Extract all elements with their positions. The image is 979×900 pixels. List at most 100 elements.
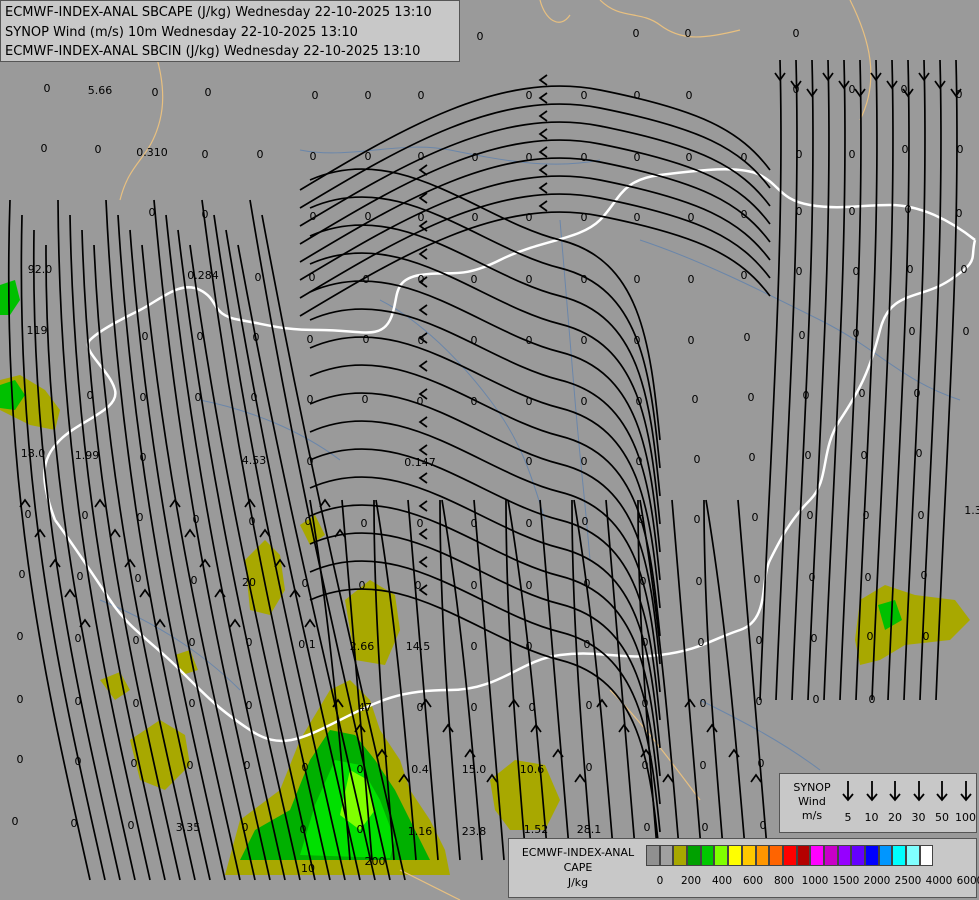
cape-tick-label: 6000 — [956, 875, 979, 887]
cin-value-label: 0 — [417, 395, 424, 408]
cin-value-label: 15.0 — [462, 763, 487, 776]
cin-value-label: 0.310 — [136, 146, 168, 159]
cape-color-swatch — [755, 845, 770, 866]
cin-value-label: 0 — [696, 575, 703, 588]
wind-speed-label: 100 — [955, 811, 976, 824]
cin-value-label: 0 — [853, 327, 860, 340]
cin-value-label: 0 — [472, 211, 479, 224]
cin-value-label: 0 — [87, 389, 94, 402]
cin-value-label: 0 — [307, 455, 314, 468]
cin-value-label: 0 — [41, 142, 48, 155]
cin-value-label: 0 — [19, 568, 26, 581]
cin-value-label: 0 — [863, 509, 870, 522]
cin-value-label: 0 — [692, 393, 699, 406]
cin-value-label: 0 — [796, 148, 803, 161]
cin-value-label: 0 — [418, 150, 425, 163]
cape-color-swatch — [769, 845, 783, 866]
cape-color-swatch — [741, 845, 756, 866]
cin-value-label: 0 — [137, 511, 144, 524]
weather-map: 0 0 0 0 0 5.66 0 0 0 0 0 0 0 0 0 0 0 0 0 0 0 0.310 0 0 0 0 0 0 0 0 0 0 0… — [0, 0, 979, 900]
cin-value-label: 0 — [805, 449, 812, 462]
cin-value-label: 0 — [75, 755, 82, 768]
cin-value-label: 0 — [914, 387, 921, 400]
cin-value-label: 3.35 — [176, 821, 201, 834]
cin-value-label: 0 — [418, 89, 425, 102]
cin-value-label: 47 — [358, 701, 372, 714]
cin-value-label: 0 — [526, 579, 533, 592]
cin-value-label: 0 — [140, 391, 147, 404]
cape-color-swatch — [837, 845, 852, 866]
cin-value-label: 0 — [17, 693, 24, 706]
map-title-box: ECMWF-INDEX-ANAL SBCAPE (J/kg) Wednesday… — [0, 0, 460, 62]
cin-value-label: 0 — [75, 695, 82, 708]
cape-tick-label: 1500 — [832, 875, 860, 887]
cin-value-label: 0 — [417, 701, 424, 714]
cape-scale-ticks: 0 200 400 600 800 100015002000250040006000 — [646, 875, 979, 889]
cin-value-label: 0 — [17, 753, 24, 766]
wind-arrow-icon — [842, 781, 854, 802]
cin-value-label: 1.16 — [408, 825, 433, 838]
cin-value-label: 0 — [526, 640, 533, 653]
cin-value-label: 0 — [17, 630, 24, 643]
cin-value-label: 0 — [905, 203, 912, 216]
cape-color-swatch — [810, 845, 824, 866]
cin-value-label: 0 — [25, 508, 32, 521]
cin-value-label: 0.1 — [298, 638, 316, 651]
cin-value-label: 0 — [257, 148, 264, 161]
cin-value-label: 10 — [301, 862, 315, 875]
cin-value-label: 0 — [748, 391, 755, 404]
cin-value-label: 0 — [741, 269, 748, 282]
cin-value-label: 0 — [702, 821, 709, 834]
title-wind: SYNOP Wind (m/s) 10m Wednesday 22-10-202… — [5, 24, 358, 40]
cin-value-label: 0 — [634, 334, 641, 347]
cin-value-label: 1.52 — [524, 823, 549, 836]
cin-value-label: 0 — [82, 509, 89, 522]
cin-value-label: 0 — [644, 821, 651, 834]
wind-speed-label: 50 — [935, 811, 949, 824]
cin-value-label: 0 — [807, 509, 814, 522]
wind-legend: SYNOP Wind m/s 5 10 20 30 50 100 — [779, 773, 977, 833]
wind-speed-label: 10 — [864, 811, 879, 824]
cin-value-label: 0 — [581, 211, 588, 224]
cin-value-label: 0 — [640, 575, 647, 588]
cin-value-label: 1.99 — [75, 449, 100, 462]
cin-value-label: 0 — [901, 83, 908, 96]
cin-value-label: 0 — [581, 334, 588, 347]
cin-value-label: 0 — [688, 211, 695, 224]
cape-color-swatch — [687, 845, 701, 866]
cin-value-label: 0 — [471, 334, 478, 347]
cin-value-label: 0 — [688, 334, 695, 347]
cin-value-label: 0 — [849, 148, 856, 161]
cin-value-label: 0 — [638, 513, 645, 526]
cape-color-swatch — [728, 845, 742, 866]
cin-value-label: 0 — [363, 333, 370, 346]
cin-value-label: 0 — [741, 151, 748, 164]
cape-color-swatch — [659, 845, 674, 866]
cin-value-label: 0 — [756, 695, 763, 708]
cin-value-label: 0 — [471, 517, 478, 530]
cin-value-label: 0 — [477, 30, 484, 43]
cape-color-swatch — [714, 845, 729, 866]
cin-value-label: 0 — [471, 273, 478, 286]
cape-tick-label: 600 — [742, 875, 764, 887]
cin-value-label: 0 — [526, 211, 533, 224]
cin-value-label: 0 — [365, 89, 372, 102]
cin-value-label: 0 — [849, 83, 856, 96]
cin-value-label: 0 — [310, 210, 317, 223]
cin-value-label: 0 — [853, 265, 860, 278]
cin-value-label: 0 — [698, 636, 705, 649]
cin-value-label: 0 — [249, 515, 256, 528]
cin-value-label: 0 — [634, 151, 641, 164]
cin-value-label: 0 — [584, 638, 591, 651]
cape-color-swatch — [796, 845, 811, 866]
cin-value-label: 0 — [246, 699, 253, 712]
cin-value-label: 0 — [189, 636, 196, 649]
cin-value-label: 0 — [586, 761, 593, 774]
cin-value-label: 0 — [202, 148, 209, 161]
cape-tick-label: 1000 — [801, 875, 829, 887]
cape-tick-label: 200 — [680, 875, 702, 887]
cin-value-label: 0 — [961, 263, 968, 276]
cin-value-label: 10.6 — [520, 763, 545, 776]
cape-legend: ECMWF-INDEX-ANAL CAPE J/kg 0 200 400 600 800… — [508, 838, 979, 898]
cin-value-label: 0 — [526, 455, 533, 468]
